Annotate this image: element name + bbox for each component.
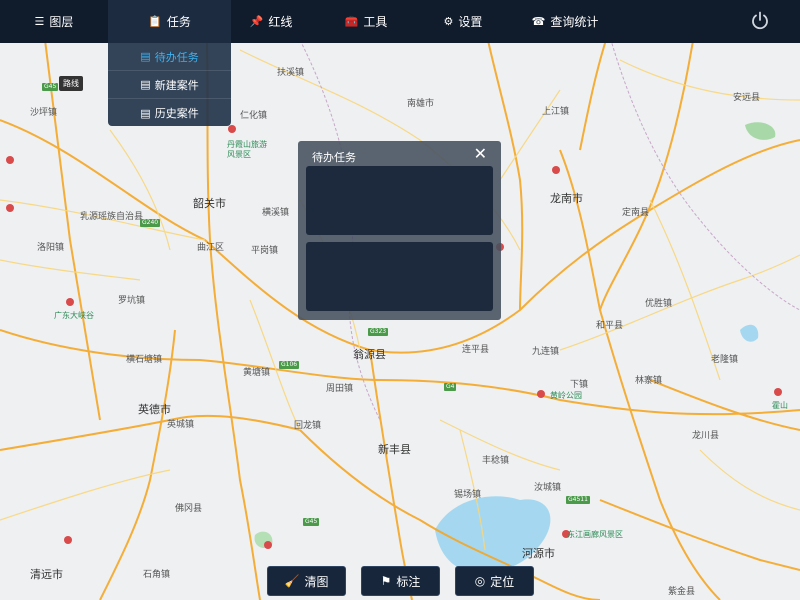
map-place-label: 紫金县: [668, 587, 696, 597]
map-place-label: 下镇: [570, 380, 589, 390]
menu-item-history-cases[interactable]: ▤ 历史案件: [108, 99, 231, 127]
clipboard-icon: 📋: [148, 15, 162, 28]
toolbox-icon: 🧰: [344, 15, 359, 28]
map-place-label: 横石塘镇: [126, 355, 163, 365]
map-place-label: 上江镇: [542, 107, 570, 117]
map-road-shield: G106: [279, 361, 300, 369]
map-place-label: 横溪镇: [262, 208, 290, 218]
locate-button[interactable]: ◎ 定位: [455, 566, 534, 596]
map-city-label: 清远市: [30, 568, 63, 581]
pin-icon: 📌: [249, 15, 264, 28]
map-road-shield: G323: [368, 328, 389, 336]
map-place-label: 锡场镇: [454, 490, 482, 500]
map-park-label: 东江画廊风景区: [567, 530, 623, 539]
nav-stats[interactable]: ☎ 查询统计: [505, 0, 625, 43]
location-pin-icon: ◎: [474, 574, 486, 588]
menu-item-label: 待办任务: [154, 50, 199, 64]
task-panel[interactable]: [306, 242, 493, 311]
map-place-label: 洛阳镇: [37, 243, 65, 253]
nav-settings-label: 设置: [458, 15, 483, 29]
nav-tasks[interactable]: 📋 任务: [108, 0, 231, 43]
map-city-label: 河源市: [522, 547, 555, 560]
map-city-label: 新丰县: [378, 443, 411, 456]
map-road-shield: G45: [42, 83, 59, 91]
route-tooltip: 路线: [59, 76, 83, 91]
map-city-label: 曲江区: [197, 243, 225, 253]
nav-redline[interactable]: 📌 红线: [231, 0, 311, 43]
map-place-label: 汝城镇: [534, 483, 562, 493]
menu-item-label: 历史案件: [154, 107, 199, 120]
locate-label: 定位: [490, 574, 515, 589]
map-park-label: 黄岭公园: [550, 391, 582, 400]
map-park-label: 广东大峡谷: [54, 311, 94, 320]
map-city-label: 韶关市: [193, 197, 226, 210]
map-place-label: 优胜镇: [645, 299, 673, 309]
menu-item-label: 新建案件: [154, 78, 199, 92]
map-city-label: 龙川县: [692, 431, 720, 441]
map-road-shield: G240: [140, 219, 161, 227]
map-place-label: 黄塘镇: [243, 368, 271, 378]
task-panel[interactable]: [306, 166, 493, 235]
map-place-label: 石角镇: [143, 570, 171, 580]
pending-tasks-dialog: 待办任务 ✕: [298, 141, 501, 320]
nav-tasks-label: 任务: [166, 15, 191, 29]
map-city-label: 英德市: [138, 403, 171, 416]
map-place-label: 英城镇: [167, 420, 195, 430]
nav-tools[interactable]: 🧰 工具: [311, 0, 421, 43]
map-park-label: 丹霞山旅游风景区: [227, 140, 267, 159]
nav-settings[interactable]: ⚙ 设置: [421, 0, 505, 43]
map-place-label: 老隆镇: [711, 355, 739, 365]
menu-item-pending-tasks[interactable]: ▤ 待办任务: [108, 43, 231, 71]
map-city-label: 龙南市: [550, 192, 583, 205]
list-icon: ▤: [140, 50, 151, 63]
menu-item-new-case[interactable]: ▤ 新建案件: [108, 71, 231, 99]
nav-layers-label: 图层: [49, 15, 74, 29]
map-city-label: 翁源县: [353, 348, 386, 361]
new-document-icon: ▤: [140, 78, 151, 91]
map-place-label: 南雄市: [407, 99, 435, 109]
phone-icon: ☎: [531, 15, 546, 28]
map-city-label: 佛冈县: [175, 504, 203, 514]
map-place-label: 沙坪镇: [30, 108, 58, 118]
clear-map-label: 清图: [304, 574, 329, 589]
nav-tools-label: 工具: [363, 15, 388, 29]
map-city-label: 和平县: [596, 321, 624, 331]
map-place-label: 九连镇: [532, 347, 560, 357]
flag-icon: ⚑: [380, 574, 392, 588]
clear-map-button[interactable]: 🧹 清图: [267, 566, 346, 596]
map-city-label: 连平县: [462, 345, 490, 355]
mark-button[interactable]: ⚑ 标注: [361, 566, 440, 596]
map-place-label: 回龙镇: [294, 421, 322, 431]
power-icon[interactable]: [750, 11, 770, 31]
nav-redline-label: 红线: [268, 15, 293, 29]
map-road-shield: G4: [444, 383, 457, 391]
history-document-icon: ▤: [140, 106, 151, 120]
map-place-label: 周田镇: [326, 384, 354, 394]
map-city-label: 仁化镇: [240, 111, 268, 121]
map-place-label: 罗坑镇: [118, 296, 146, 306]
layers-icon: ☰: [34, 15, 45, 28]
gear-icon: ⚙: [443, 15, 454, 28]
nav-layers[interactable]: ☰ 图层: [0, 0, 108, 43]
tasks-dropdown-menu: ▤ 待办任务 ▤ 新建案件 ▤ 历史案件: [108, 43, 231, 126]
map-park-label: 霍山: [772, 401, 788, 410]
nav-stats-label: 查询统计: [550, 15, 599, 29]
map-city-label: 安远县: [733, 93, 761, 103]
map-city-label: 乳源瑶族自治县: [80, 212, 144, 222]
map-place-label: 平岗镇: [251, 246, 279, 256]
map-road-shield: G4511: [566, 496, 590, 504]
top-navigation-bar: ☰ 图层 📋 任务 📌 红线 🧰 工具 ⚙ 设置 ☎ 查询统计: [0, 0, 800, 43]
broom-icon: 🧹: [284, 574, 300, 588]
map-place-label: 丰稔镇: [482, 456, 510, 466]
map-city-label: 定南县: [622, 208, 650, 218]
map-place-label: 林寨镇: [635, 376, 663, 386]
map-road-shield: G45: [303, 518, 320, 526]
close-icon[interactable]: ✕: [474, 146, 487, 162]
mark-label: 标注: [396, 574, 421, 589]
dialog-title: 待办任务: [312, 151, 356, 164]
map-place-label: 扶溪镇: [277, 68, 305, 78]
